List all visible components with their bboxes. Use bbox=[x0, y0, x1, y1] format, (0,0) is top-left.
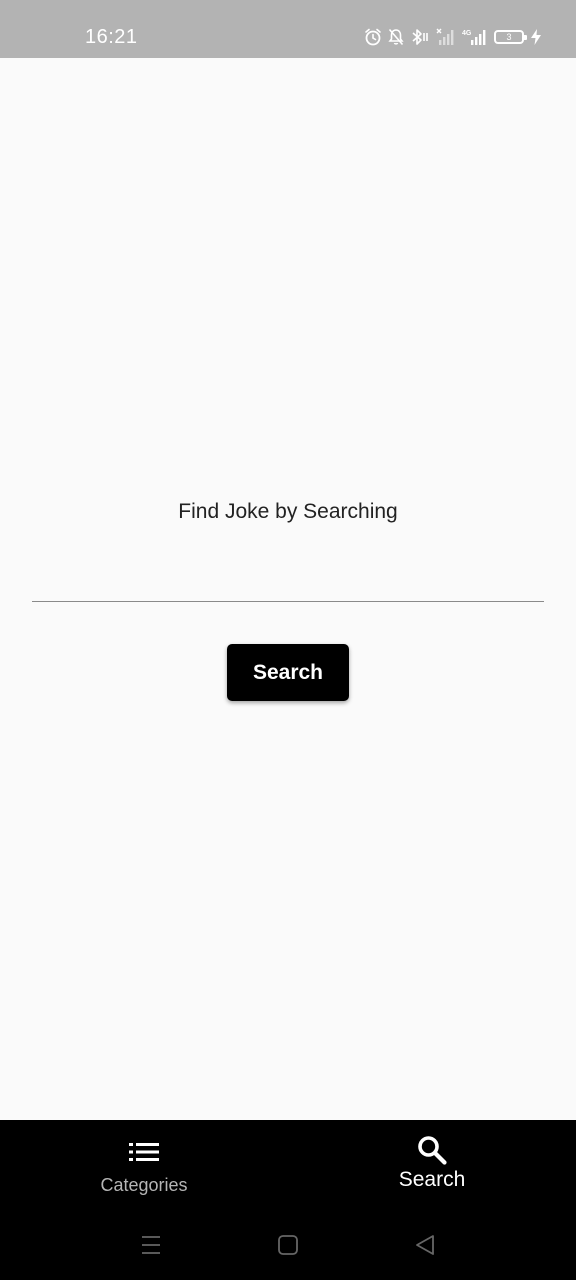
signal-off-icon bbox=[436, 28, 456, 46]
battery-level: 3 bbox=[506, 32, 512, 42]
search-input[interactable] bbox=[32, 558, 544, 602]
status-icons: 4G 3 bbox=[364, 25, 542, 49]
signal-4g-icon: 4G bbox=[462, 28, 488, 46]
status-time: 16:21 bbox=[85, 26, 138, 48]
charging-icon bbox=[530, 28, 542, 46]
main-content: Find Joke by Searching Search bbox=[0, 58, 576, 1120]
back-icon[interactable] bbox=[412, 1232, 438, 1258]
status-bar: 16:21 4G 3 bbox=[0, 0, 576, 58]
menu-icon[interactable] bbox=[138, 1232, 164, 1258]
nav-item-categories[interactable]: Categories bbox=[0, 1120, 288, 1210]
search-button[interactable]: Search bbox=[227, 644, 349, 701]
bluetooth-icon bbox=[410, 28, 430, 46]
search-prompt: Find Joke by Searching bbox=[178, 500, 398, 523]
bottom-nav: Categories Search bbox=[0, 1120, 576, 1210]
battery-icon: 3 bbox=[494, 30, 527, 44]
nav-item-search[interactable]: Search bbox=[288, 1120, 576, 1210]
nav-label-categories: Categories bbox=[100, 1175, 188, 1195]
search-icon bbox=[416, 1136, 448, 1165]
alarm-icon bbox=[364, 28, 382, 46]
network-label: 4G bbox=[462, 30, 472, 37]
home-icon[interactable] bbox=[275, 1232, 301, 1258]
nav-label-search: Search bbox=[398, 1168, 466, 1191]
bell-off-icon bbox=[388, 28, 404, 46]
list-icon bbox=[128, 1138, 160, 1166]
system-nav-bar bbox=[0, 1210, 576, 1280]
